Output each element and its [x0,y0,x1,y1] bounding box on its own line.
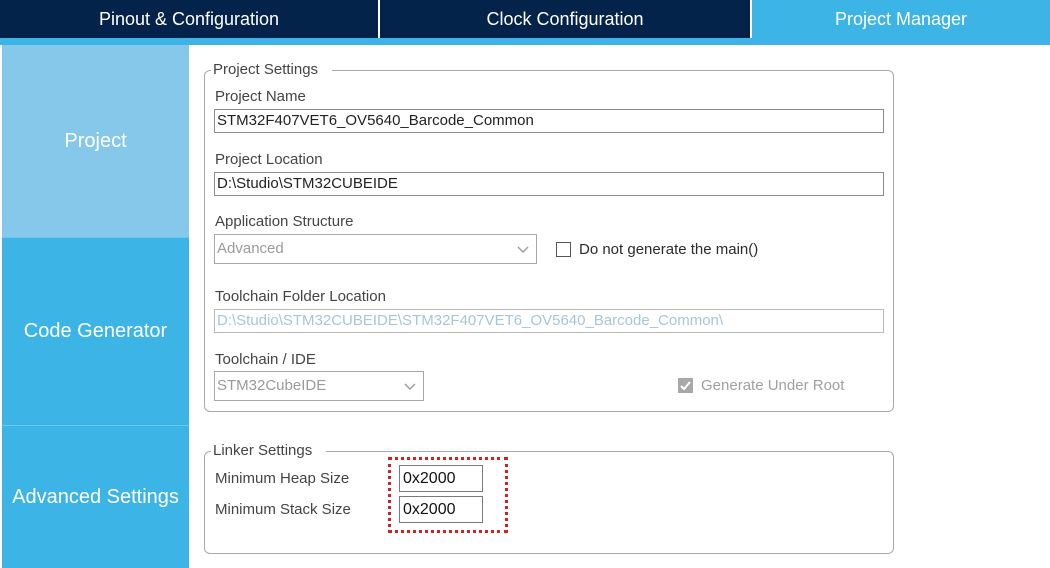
toolchain-folder-label: Toolchain Folder Location [215,288,386,305]
no-main-checkbox-row[interactable]: Do not generate the main() [556,241,758,258]
group-title: Linker Settings [211,442,327,460]
sidebar-item-label: Advanced Settings [12,485,179,508]
no-main-label: Do not generate the main() [579,241,759,258]
project-name-label: Project Name [215,88,306,105]
min-heap-size-label: Minimum Heap Size [215,470,350,487]
select-value: Advanced [217,240,284,257]
generate-under-root-checkbox [678,378,693,393]
checkmark-icon [680,381,691,391]
select-value: STM32CubeIDE [217,377,327,394]
project-location-input[interactable]: D:\Studio\STM32CUBEIDE [214,172,884,196]
generate-under-root-row: Generate Under Root [678,377,844,394]
tab-label: Project Manager [834,9,968,29]
tab-bar: Pinout & Configuration Clock Configurati… [0,0,1050,45]
sidebar-item-code-generator[interactable]: Code Generator [2,237,189,425]
highlight-annotation [388,457,508,533]
application-structure-label: Application Structure [215,213,354,230]
tab-bar-underline [0,38,1050,45]
sidebar-item-project[interactable]: Project [2,45,189,237]
application-structure-select[interactable]: Advanced [214,234,537,264]
project-name-input[interactable]: STM32F407VET6_OV5640_Barcode_Common [214,109,884,133]
toolchain-ide-select: STM32CubeIDE [214,371,424,401]
sidebar-item-label: Code Generator [23,320,168,342]
toolchain-folder-input: D:\Studio\STM32CUBEIDE\STM32F407VET6_OV5… [214,309,884,333]
sidebar-item-advanced-settings[interactable]: Advanced Settings [2,425,189,568]
generate-under-root-label: Generate Under Root [701,377,845,394]
tab-pinout-configuration[interactable]: Pinout & Configuration [0,0,378,38]
tab-label: Pinout & Configuration [98,9,280,29]
tab-project-manager[interactable]: Project Manager [752,0,1050,38]
project-location-label: Project Location [215,151,323,168]
sidebar: Project Code Generator Advanced Settings [2,45,189,568]
tab-clock-configuration[interactable]: Clock Configuration [380,0,750,38]
no-main-checkbox[interactable] [556,242,571,257]
min-stack-size-label: Minimum Stack Size [215,501,351,518]
sidebar-item-label: Project [64,129,127,152]
group-title: Project Settings [211,61,333,79]
chevron-down-icon [517,246,529,253]
chevron-down-icon [404,383,416,390]
tab-label: Clock Configuration [486,9,644,29]
toolchain-ide-label: Toolchain / IDE [215,351,316,368]
